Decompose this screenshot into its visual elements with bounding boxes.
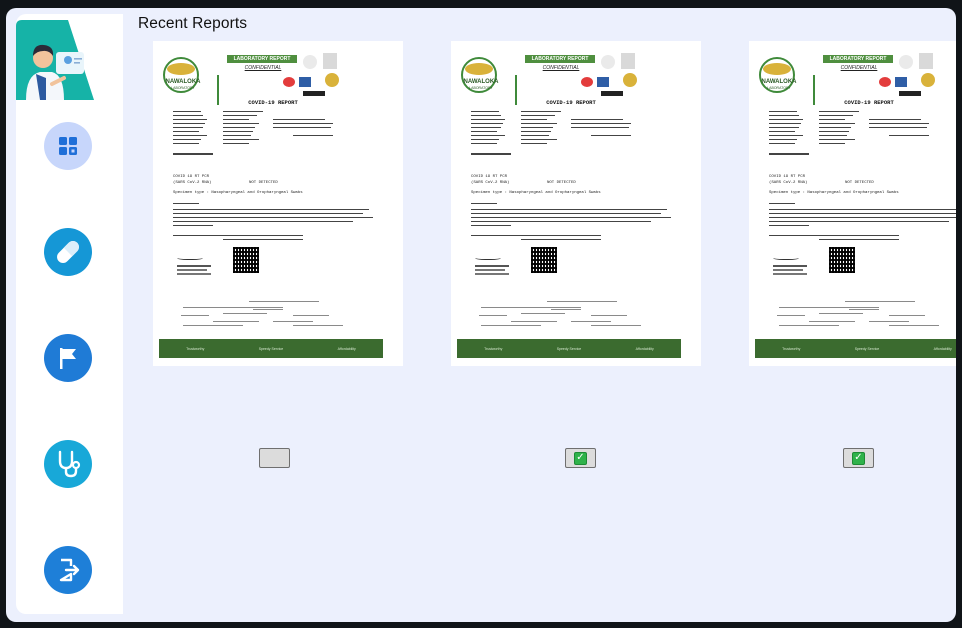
dashboard-grid-icon (59, 137, 77, 155)
app-window: Recent Reports NAWALOKA LABORATORY LABOR… (6, 8, 956, 622)
footer-item-affordability: Affordability (933, 346, 952, 351)
specimen-text: Specimen type : Nasopharyngeal and Oroph… (471, 191, 601, 195)
test-sub: (SARS CoV-2 RNA) (471, 181, 510, 185)
result-value: NOT DETECTED (845, 181, 874, 185)
nav-medicine-button[interactable] (44, 228, 92, 276)
stethoscope-icon (58, 450, 81, 478)
confidential-label: CONFIDENTIAL (244, 65, 282, 71)
qr-code (829, 247, 855, 273)
report-title: COVID-19 REPORT (546, 99, 596, 106)
lab-header: LABORATORY REPORT (823, 55, 893, 63)
footer-item-trustworthy: Trustworthy (186, 346, 205, 351)
specimen-text: Specimen type : Nasopharyngeal and Oroph… (173, 191, 303, 195)
lab-header: LABORATORY REPORT (525, 55, 595, 63)
test-sub: (SARS CoV-2 RNA) (173, 181, 212, 185)
report-footer-bar: Trustworthy Speedy Service Affordability (755, 339, 956, 358)
footer-item-speedy: Speedy Service (258, 346, 284, 351)
report-title: COVID-19 REPORT (844, 99, 894, 106)
report-thumbnail[interactable]: NAWALOKA LABORATORY LABORATORY REPORT CO… (749, 41, 956, 366)
nav-dashboard-button[interactable] (44, 122, 92, 170)
sidebar (16, 14, 123, 614)
report-footer-bar: Trustworthy Speedy Service Affordability (457, 339, 681, 358)
lab-name: NAWALOKA (165, 79, 201, 85)
footer-item-speedy: Speedy Service (854, 346, 880, 351)
main-content: Recent Reports NAWALOKA LABORATORY LABOR… (123, 8, 956, 622)
footer-item-speedy: Speedy Service (556, 346, 582, 351)
footer-item-affordability: Affordability (337, 346, 356, 351)
specimen-text: Specimen type : Nasopharyngeal and Oroph… (769, 191, 899, 195)
checkmark-icon: ✓ (574, 451, 587, 465)
test-name: COVID 19 RT PCR (471, 175, 508, 179)
lab-header: LABORATORY REPORT (227, 55, 297, 63)
pill-capsule-icon (57, 241, 79, 263)
nav-doctors-button[interactable] (44, 440, 92, 488)
page-title: Recent Reports (138, 15, 248, 32)
nav-reports-button[interactable] (44, 334, 92, 382)
doctor-illustration (16, 20, 94, 100)
footer-item-trustworthy: Trustworthy (782, 346, 801, 351)
test-name: COVID 19 RT PCR (173, 175, 210, 179)
report-select-checkbox[interactable] (259, 448, 290, 468)
report-select-checkbox[interactable]: ✓ (843, 448, 874, 468)
test-sub: (SARS CoV-2 RNA) (769, 181, 808, 185)
report-select-checkbox[interactable]: ✓ (565, 448, 596, 468)
report-title: COVID-19 REPORT (248, 99, 298, 106)
lab-name: NAWALOKA (463, 79, 499, 85)
confidential-label: CONFIDENTIAL (542, 65, 580, 71)
test-name: COVID 19 RT PCR (769, 175, 806, 179)
qr-code (233, 247, 259, 273)
nav-logout-button[interactable] (44, 546, 92, 594)
report-thumbnail[interactable]: NAWALOKA LABORATORY LABORATORY REPORT CO… (451, 41, 701, 366)
checkmark-icon: ✓ (852, 451, 865, 465)
report-thumbnail[interactable]: NAWALOKA LABORATORY LABORATORY REPORT CO… (153, 41, 403, 366)
confidential-label: CONFIDENTIAL (840, 65, 878, 71)
result-value: NOT DETECTED (249, 181, 278, 185)
lab-sub: LABORATORY (767, 86, 791, 90)
logout-door-icon (59, 558, 80, 582)
footer-item-affordability: Affordability (635, 346, 654, 351)
lab-name: NAWALOKA (761, 79, 797, 85)
report-footer-bar: Trustworthy Speedy Service Affordability (159, 339, 383, 358)
result-value: NOT DETECTED (547, 181, 576, 185)
flag-icon (60, 348, 76, 369)
lab-sub: LABORATORY (171, 86, 195, 90)
footer-item-trustworthy: Trustworthy (484, 346, 503, 351)
qr-code (531, 247, 557, 273)
lab-sub: LABORATORY (469, 86, 493, 90)
